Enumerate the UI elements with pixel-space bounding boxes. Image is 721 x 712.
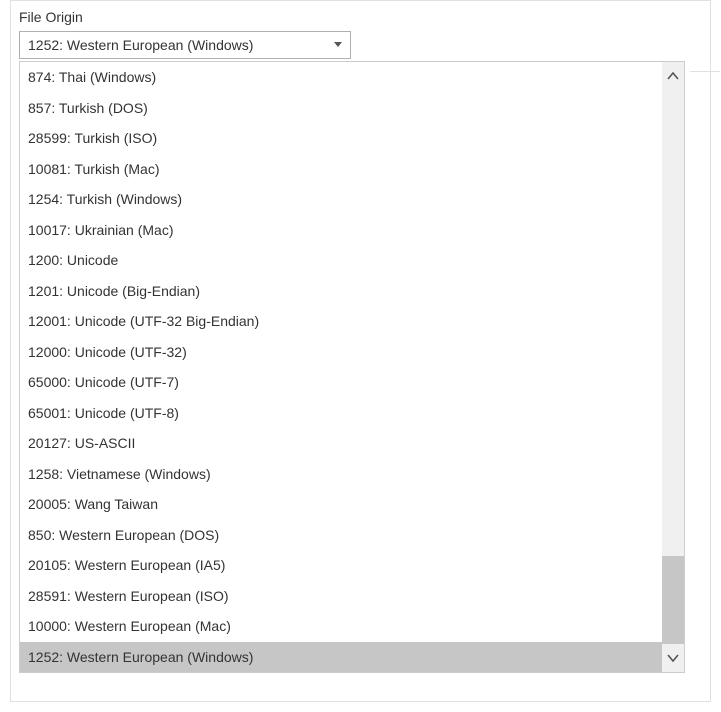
scroll-thumb[interactable]: [662, 556, 684, 644]
dropdown-option[interactable]: 28599: Turkish (ISO): [20, 123, 662, 154]
dropdown-option[interactable]: 10081: Turkish (Mac): [20, 154, 662, 185]
scrollbar[interactable]: [662, 62, 684, 672]
dropdown-option[interactable]: 10017: Ukrainian (Mac): [20, 215, 662, 246]
chevron-down-icon: [326, 32, 350, 58]
scroll-track[interactable]: [662, 90, 684, 644]
dropdown-option[interactable]: 1201: Unicode (Big-Endian): [20, 276, 662, 307]
dialog-panel: File Origin 1252: Western European (Wind…: [10, 0, 711, 702]
divider: [690, 71, 720, 72]
dropdown-option[interactable]: 20127: US-ASCII: [20, 428, 662, 459]
dropdown-option[interactable]: 874: Thai (Windows): [20, 62, 662, 93]
dropdown-option[interactable]: 1252: Western European (Windows): [20, 642, 662, 673]
file-origin-combo-value: 1252: Western European (Windows): [28, 37, 253, 53]
file-origin-combo[interactable]: 1252: Western European (Windows): [19, 31, 351, 59]
dropdown-option[interactable]: 1200: Unicode: [20, 245, 662, 276]
dropdown-option[interactable]: 20105: Western European (IA5): [20, 550, 662, 581]
dropdown-option[interactable]: 10000: Western European (Mac): [20, 611, 662, 642]
dropdown-option[interactable]: 65000: Unicode (UTF-7): [20, 367, 662, 398]
dropdown-option[interactable]: 1258: Vietnamese (Windows): [20, 459, 662, 490]
scroll-down-icon[interactable]: [662, 644, 684, 672]
option-list: 874: Thai (Windows)857: Turkish (DOS)285…: [20, 62, 662, 672]
file-origin-label: File Origin: [19, 9, 83, 25]
dropdown-option[interactable]: 857: Turkish (DOS): [20, 93, 662, 124]
dropdown-option[interactable]: 1254: Turkish (Windows): [20, 184, 662, 215]
dropdown-option[interactable]: 850: Western European (DOS): [20, 520, 662, 551]
dropdown-option[interactable]: 65001: Unicode (UTF-8): [20, 398, 662, 429]
file-origin-dropdown: 874: Thai (Windows)857: Turkish (DOS)285…: [19, 61, 685, 673]
dropdown-option[interactable]: 28591: Western European (ISO): [20, 581, 662, 612]
scroll-up-icon[interactable]: [662, 62, 684, 90]
dropdown-option[interactable]: 12000: Unicode (UTF-32): [20, 337, 662, 368]
dropdown-option[interactable]: 12001: Unicode (UTF-32 Big-Endian): [20, 306, 662, 337]
dropdown-option[interactable]: 20005: Wang Taiwan: [20, 489, 662, 520]
